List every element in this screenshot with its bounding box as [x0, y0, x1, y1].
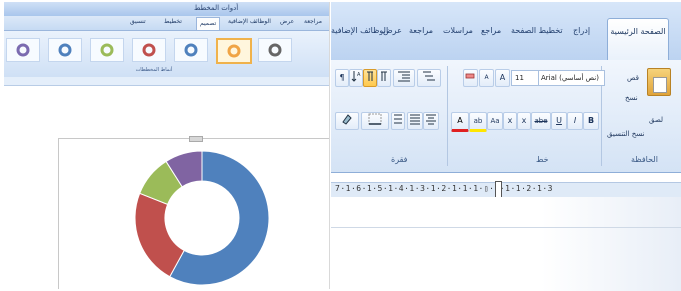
ring-style-icon: [184, 43, 198, 57]
chart-styles-ribbon: أنماط المخططات: [4, 31, 329, 78]
chart-style-2-button[interactable]: [48, 38, 82, 62]
tab-review[interactable]: مراجعة: [304, 18, 322, 25]
font-name-combo[interactable]: Arial (نص أساسي): [537, 70, 605, 86]
cut-button[interactable]: قص: [627, 74, 639, 82]
ltr-icon: [381, 71, 387, 81]
ruler-numbers: 7·1·6·1·5·1·4·1·3·1·2·1·1·1·▯·1·1·1·2·1·…: [335, 184, 553, 193]
multilevel-list-icon: [423, 71, 435, 81]
chart-style-7-button[interactable]: [258, 38, 292, 62]
ring-style-icon: [100, 43, 114, 57]
doughnut-chart[interactable]: [129, 149, 275, 287]
rtl-button[interactable]: [363, 69, 377, 87]
format-painter-button[interactable]: نسخ التنسيق: [607, 130, 644, 138]
chart-style-4-button[interactable]: [132, 38, 166, 62]
home-ribbon: لصق قص نسخ نسخ التنسيق الحافظة Arial (نص…: [331, 60, 681, 173]
shrink-font-button[interactable]: A: [479, 69, 494, 87]
chart-tools-title: أدوات المخطط: [194, 4, 239, 12]
justify-button[interactable]: [407, 112, 423, 130]
clear-format-button[interactable]: [463, 69, 478, 87]
tab-layout[interactable]: تخطيط: [164, 18, 182, 25]
document-page[interactable]: [331, 197, 681, 291]
borders-icon: [368, 113, 382, 125]
font-group-label: خط: [536, 155, 549, 164]
group-divider: [447, 66, 448, 166]
chart-frame[interactable]: [58, 136, 329, 289]
tab-mailings[interactable]: مراسلات: [443, 26, 473, 35]
ring-style-icon: [58, 43, 72, 57]
increase-indent-button[interactable]: [393, 69, 415, 87]
chart-style-1-button[interactable]: [6, 38, 40, 62]
justify-icon: [410, 114, 420, 125]
strikethrough-button[interactable]: abe: [531, 112, 551, 130]
line-spacing-button[interactable]: [391, 112, 405, 130]
ring-style-swatch: [16, 43, 30, 57]
italic-button[interactable]: I: [567, 112, 583, 130]
subscript-button[interactable]: x: [517, 112, 531, 130]
line-spacing-icon: [394, 114, 402, 124]
multilevel-list-button[interactable]: [417, 69, 441, 87]
left-title-bar: أدوات المخطط: [4, 2, 329, 16]
tab-insert[interactable]: إدراج: [573, 26, 590, 35]
ring-style-swatch: [268, 43, 282, 57]
chart-style-3-button[interactable]: [90, 38, 124, 62]
ring-style-swatch: [58, 43, 72, 57]
font-color-button[interactable]: A: [451, 112, 469, 132]
grow-font-button[interactable]: A: [495, 69, 510, 87]
align-center-button[interactable]: [423, 112, 439, 130]
clipboard-group-label: الحافظة: [631, 155, 658, 164]
left-ruler: [4, 77, 329, 86]
superscript-button[interactable]: x: [503, 112, 517, 130]
eraser-icon: [465, 73, 475, 79]
highlight-button[interactable]: ab: [469, 112, 487, 132]
pilcrow-button[interactable]: ¶: [335, 69, 349, 87]
ltr-button[interactable]: [377, 69, 391, 87]
paste-icon[interactable]: [647, 68, 671, 96]
borders-button[interactable]: [361, 112, 389, 130]
paragraph-group-label: فقرة: [391, 155, 408, 164]
shading-button[interactable]: [335, 112, 359, 130]
copy-button[interactable]: نسخ: [625, 94, 638, 102]
align-center-icon: [426, 114, 436, 125]
indent-icon: [398, 71, 410, 82]
ring-style-swatch: [142, 43, 156, 57]
ring-style-swatch: [100, 43, 114, 57]
tab-references[interactable]: مراجع: [481, 26, 501, 35]
right-screenshot: الصفحة الرئيسية إدراج تخطيط الصفحة مراجع…: [331, 2, 681, 291]
left-screenshot: أدوات المخطط مراجعة عرض الوظائف الإضافية…: [4, 2, 330, 289]
tab-addins[interactable]: الوظائف الإضافية: [228, 18, 271, 25]
tab-home[interactable]: الصفحة الرئيسية: [607, 18, 669, 61]
left-ribbon-tabs: مراجعة عرض الوظائف الإضافية تصميم تخطيط …: [4, 16, 329, 31]
chart-styles-group-label: أنماط المخططات: [135, 67, 173, 73]
ring-style-icon: [227, 44, 241, 58]
shading-icon: [342, 114, 352, 125]
paste-button[interactable]: لصق: [649, 116, 663, 124]
tab-view[interactable]: عرض: [280, 18, 294, 25]
tab-design[interactable]: تصميم: [196, 17, 221, 30]
underline-button[interactable]: U: [551, 112, 567, 130]
ring-style-swatch: [184, 43, 198, 57]
tab-review[interactable]: مراجعة: [409, 26, 433, 35]
ring-style-icon: [268, 43, 282, 57]
ring-style-icon: [16, 43, 30, 57]
page-edge: [331, 227, 681, 228]
ring-style-swatch: [227, 44, 241, 58]
tab-addins[interactable]: الوظائف الإضافية: [331, 26, 388, 35]
ring-style-icon: [142, 43, 156, 57]
chart-resize-handle[interactable]: [189, 136, 203, 142]
svg-text:A: A: [357, 72, 361, 78]
sort-icon: A: [351, 71, 361, 82]
font-size-combo[interactable]: 11: [511, 70, 539, 86]
chart-style-6-button[interactable]: [216, 38, 252, 64]
bold-button[interactable]: B: [583, 112, 599, 130]
donut-slice-2[interactable]: [134, 192, 185, 278]
sort-button[interactable]: A: [349, 69, 363, 87]
chart-style-5-button[interactable]: [174, 38, 208, 62]
ribbon-tab-bar: الصفحة الرئيسية إدراج تخطيط الصفحة مراجع…: [331, 2, 681, 61]
tab-page-layout[interactable]: تخطيط الصفحة: [511, 26, 563, 35]
tab-format[interactable]: تنسيق: [130, 18, 146, 25]
change-case-button[interactable]: Aa: [487, 112, 503, 130]
horizontal-ruler[interactable]: 7·1·6·1·5·1·4·1·3·1·2·1·1·1·▯·1·1·1·2·1·…: [331, 181, 681, 201]
rtl-icon: [367, 71, 373, 81]
